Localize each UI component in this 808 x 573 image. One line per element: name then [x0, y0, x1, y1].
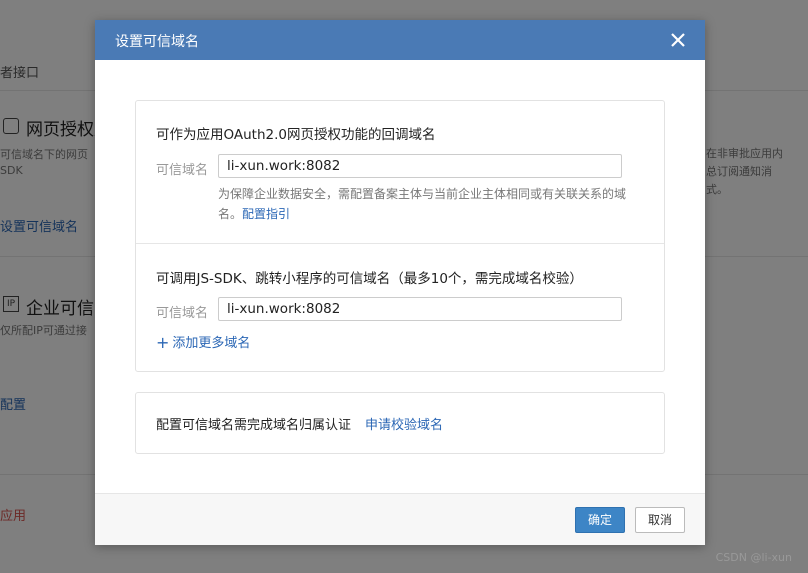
config-guide-link[interactable]: 配置指引	[242, 207, 290, 221]
cancel-button[interactable]: 取消	[635, 507, 685, 533]
jssdk-domain-input[interactable]	[218, 297, 622, 321]
oauth-domain-hint: 为保障企业数据安全，需配置备案主体与当前企业主体相同或有关联关系的域名。配置指引	[218, 184, 648, 224]
oauth-domain-label: 可信域名	[156, 163, 209, 178]
dialog-title: 设置可信域名	[115, 34, 199, 50]
apply-verify-link[interactable]: 申请校验域名	[365, 418, 443, 433]
close-button[interactable]	[667, 29, 689, 51]
add-more-label: 添加更多域名	[172, 336, 251, 351]
close-icon	[671, 33, 685, 47]
section-divider	[136, 243, 664, 244]
watermark: CSDN @li-xun	[715, 551, 792, 564]
domain-verify-panel: 配置可信域名需完成域名归属认证 申请校验域名	[135, 392, 665, 454]
dialog-header: 设置可信域名	[95, 20, 705, 60]
jssdk-section-title: 可调用JS-SDK、跳转小程序的可信域名（最多10个，需完成域名校验）	[156, 271, 583, 287]
jssdk-domain-label: 可信域名	[156, 306, 209, 321]
domain-settings-panel: 可作为应用OAuth2.0网页授权功能的回调域名 可信域名 为保障企业数据安全，…	[135, 100, 665, 372]
oauth-domain-input[interactable]	[218, 154, 622, 178]
add-more-domains-button[interactable]: + 添加更多域名	[156, 332, 250, 352]
plus-icon: +	[156, 333, 170, 352]
trusted-domain-dialog: 设置可信域名 可作为应用OAuth2.0网页授权功能的回调域名 可信域名 为保障…	[95, 20, 705, 545]
confirm-button[interactable]: 确定	[575, 507, 625, 533]
dialog-footer: 确定 取消	[95, 493, 705, 545]
verify-notice: 配置可信域名需完成域名归属认证	[156, 418, 352, 433]
oauth-section-title: 可作为应用OAuth2.0网页授权功能的回调域名	[156, 127, 436, 143]
verify-row: 配置可信域名需完成域名归属认证 申请校验域名	[156, 414, 443, 433]
